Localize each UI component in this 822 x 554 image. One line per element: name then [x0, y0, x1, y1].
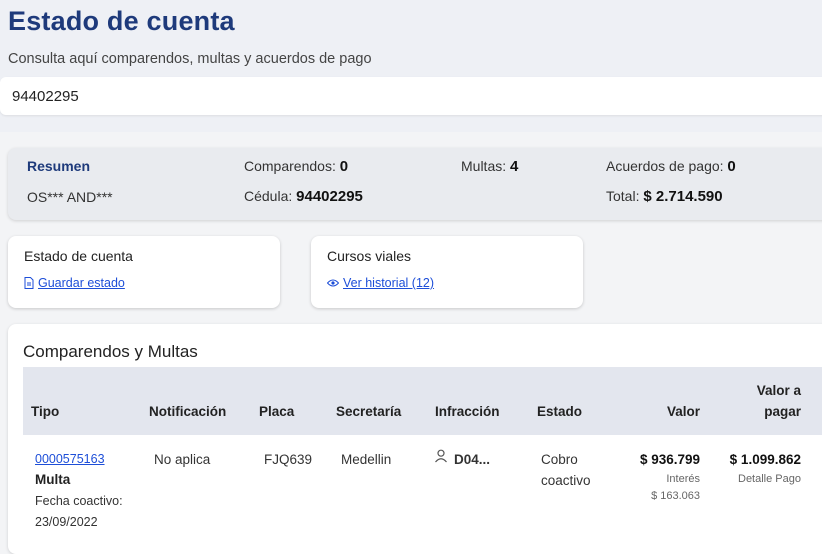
- section-title: Comparendos y Multas: [23, 342, 198, 361]
- row-secretaria: Medellin: [341, 452, 392, 467]
- summary-total: Total: $ 2.714.590: [606, 188, 723, 205]
- th-valor: Valor: [666, 404, 700, 419]
- comparendos-value: 0: [339, 158, 349, 175]
- th-tipo: Tipo: [31, 404, 60, 419]
- user-icon: [434, 449, 448, 466]
- th-valor-pagar-1: Valor a: [756, 383, 801, 398]
- multas-label: Multas:: [461, 158, 507, 174]
- row-fecha-label: Fecha coactivo:: [35, 494, 123, 508]
- row-fecha: 23/09/2022: [35, 515, 98, 529]
- th-notificacion: Notificación: [149, 404, 227, 419]
- summary-comparendos: Comparendos: 0: [244, 158, 348, 175]
- total-value: $ 2.714.590: [643, 188, 723, 205]
- detalle-pago-link[interactable]: Detalle Pago: [738, 473, 801, 485]
- row-tipo: Multa: [35, 472, 71, 487]
- search-input[interactable]: [0, 77, 822, 115]
- row-infraccion: D04...: [454, 452, 491, 467]
- cedula-value: 94402295: [296, 188, 363, 205]
- row-placa: FJQ639: [264, 452, 313, 467]
- guardar-estado-link[interactable]: Guardar estado: [24, 276, 125, 290]
- multas-value: 4: [510, 158, 519, 175]
- eye-icon: [327, 279, 339, 287]
- row-interes: $ 163.063: [651, 490, 700, 502]
- comparendos-multas-section: Comparendos y Multas Tipo Notificación P…: [8, 324, 822, 554]
- summary-name: OS*** AND***: [27, 189, 113, 205]
- document-icon: [24, 277, 34, 289]
- row-interes-label: Interés: [666, 473, 700, 485]
- th-secretaria: Secretaría: [336, 404, 402, 419]
- estado-cuenta-card: Estado de cuenta Guardar estado: [8, 236, 280, 308]
- row-valor-pagar: $ 1.099.862: [729, 452, 801, 467]
- th-placa: Placa: [259, 404, 295, 419]
- th-estado: Estado: [537, 404, 583, 419]
- guardar-estado-label[interactable]: Guardar estado: [38, 276, 125, 290]
- cursos-viales-title: Cursos viales: [327, 248, 412, 264]
- cedula-label: Cédula:: [244, 188, 293, 204]
- estado-cuenta-title: Estado de cuenta: [24, 248, 133, 264]
- comparendo-number-link[interactable]: 0000575163: [35, 452, 105, 466]
- acuerdos-value: 0: [727, 158, 736, 175]
- acuerdos-label: Acuerdos de pago:: [606, 158, 724, 174]
- summary-panel: Resumen OS*** AND*** Comparendos: 0 Cédu…: [8, 148, 822, 220]
- row-notificacion: No aplica: [154, 452, 211, 467]
- page-subtitle: Consulta aquí comparendos, multas y acue…: [8, 51, 372, 67]
- cursos-viales-card: Cursos viales Ver historial (12): [311, 236, 583, 308]
- row-estado-line1: Cobro: [541, 452, 578, 467]
- table-header: Tipo Notificación Placa Secretaría Infra…: [23, 367, 822, 435]
- summary-resumen-label: Resumen: [27, 158, 91, 174]
- ver-historial-link[interactable]: Ver historial (12): [327, 276, 434, 290]
- row-valor: $ 936.799: [639, 452, 700, 467]
- row-estado-line2: coactivo: [541, 473, 591, 488]
- comparendos-label: Comparendos:: [244, 158, 336, 174]
- ver-historial-label[interactable]: Ver historial (12): [343, 276, 434, 290]
- th-infraccion: Infracción: [435, 404, 500, 419]
- total-label: Total:: [606, 188, 640, 204]
- summary-multas: Multas: 4: [461, 158, 518, 175]
- summary-cedula: Cédula: 94402295: [244, 188, 363, 205]
- th-valor-pagar-2: pagar: [764, 404, 801, 419]
- summary-acuerdos: Acuerdos de pago: 0: [606, 158, 736, 175]
- page-header: Estado de cuenta Consulta aquí comparend…: [0, 0, 822, 132]
- page-title: Estado de cuenta: [8, 6, 235, 36]
